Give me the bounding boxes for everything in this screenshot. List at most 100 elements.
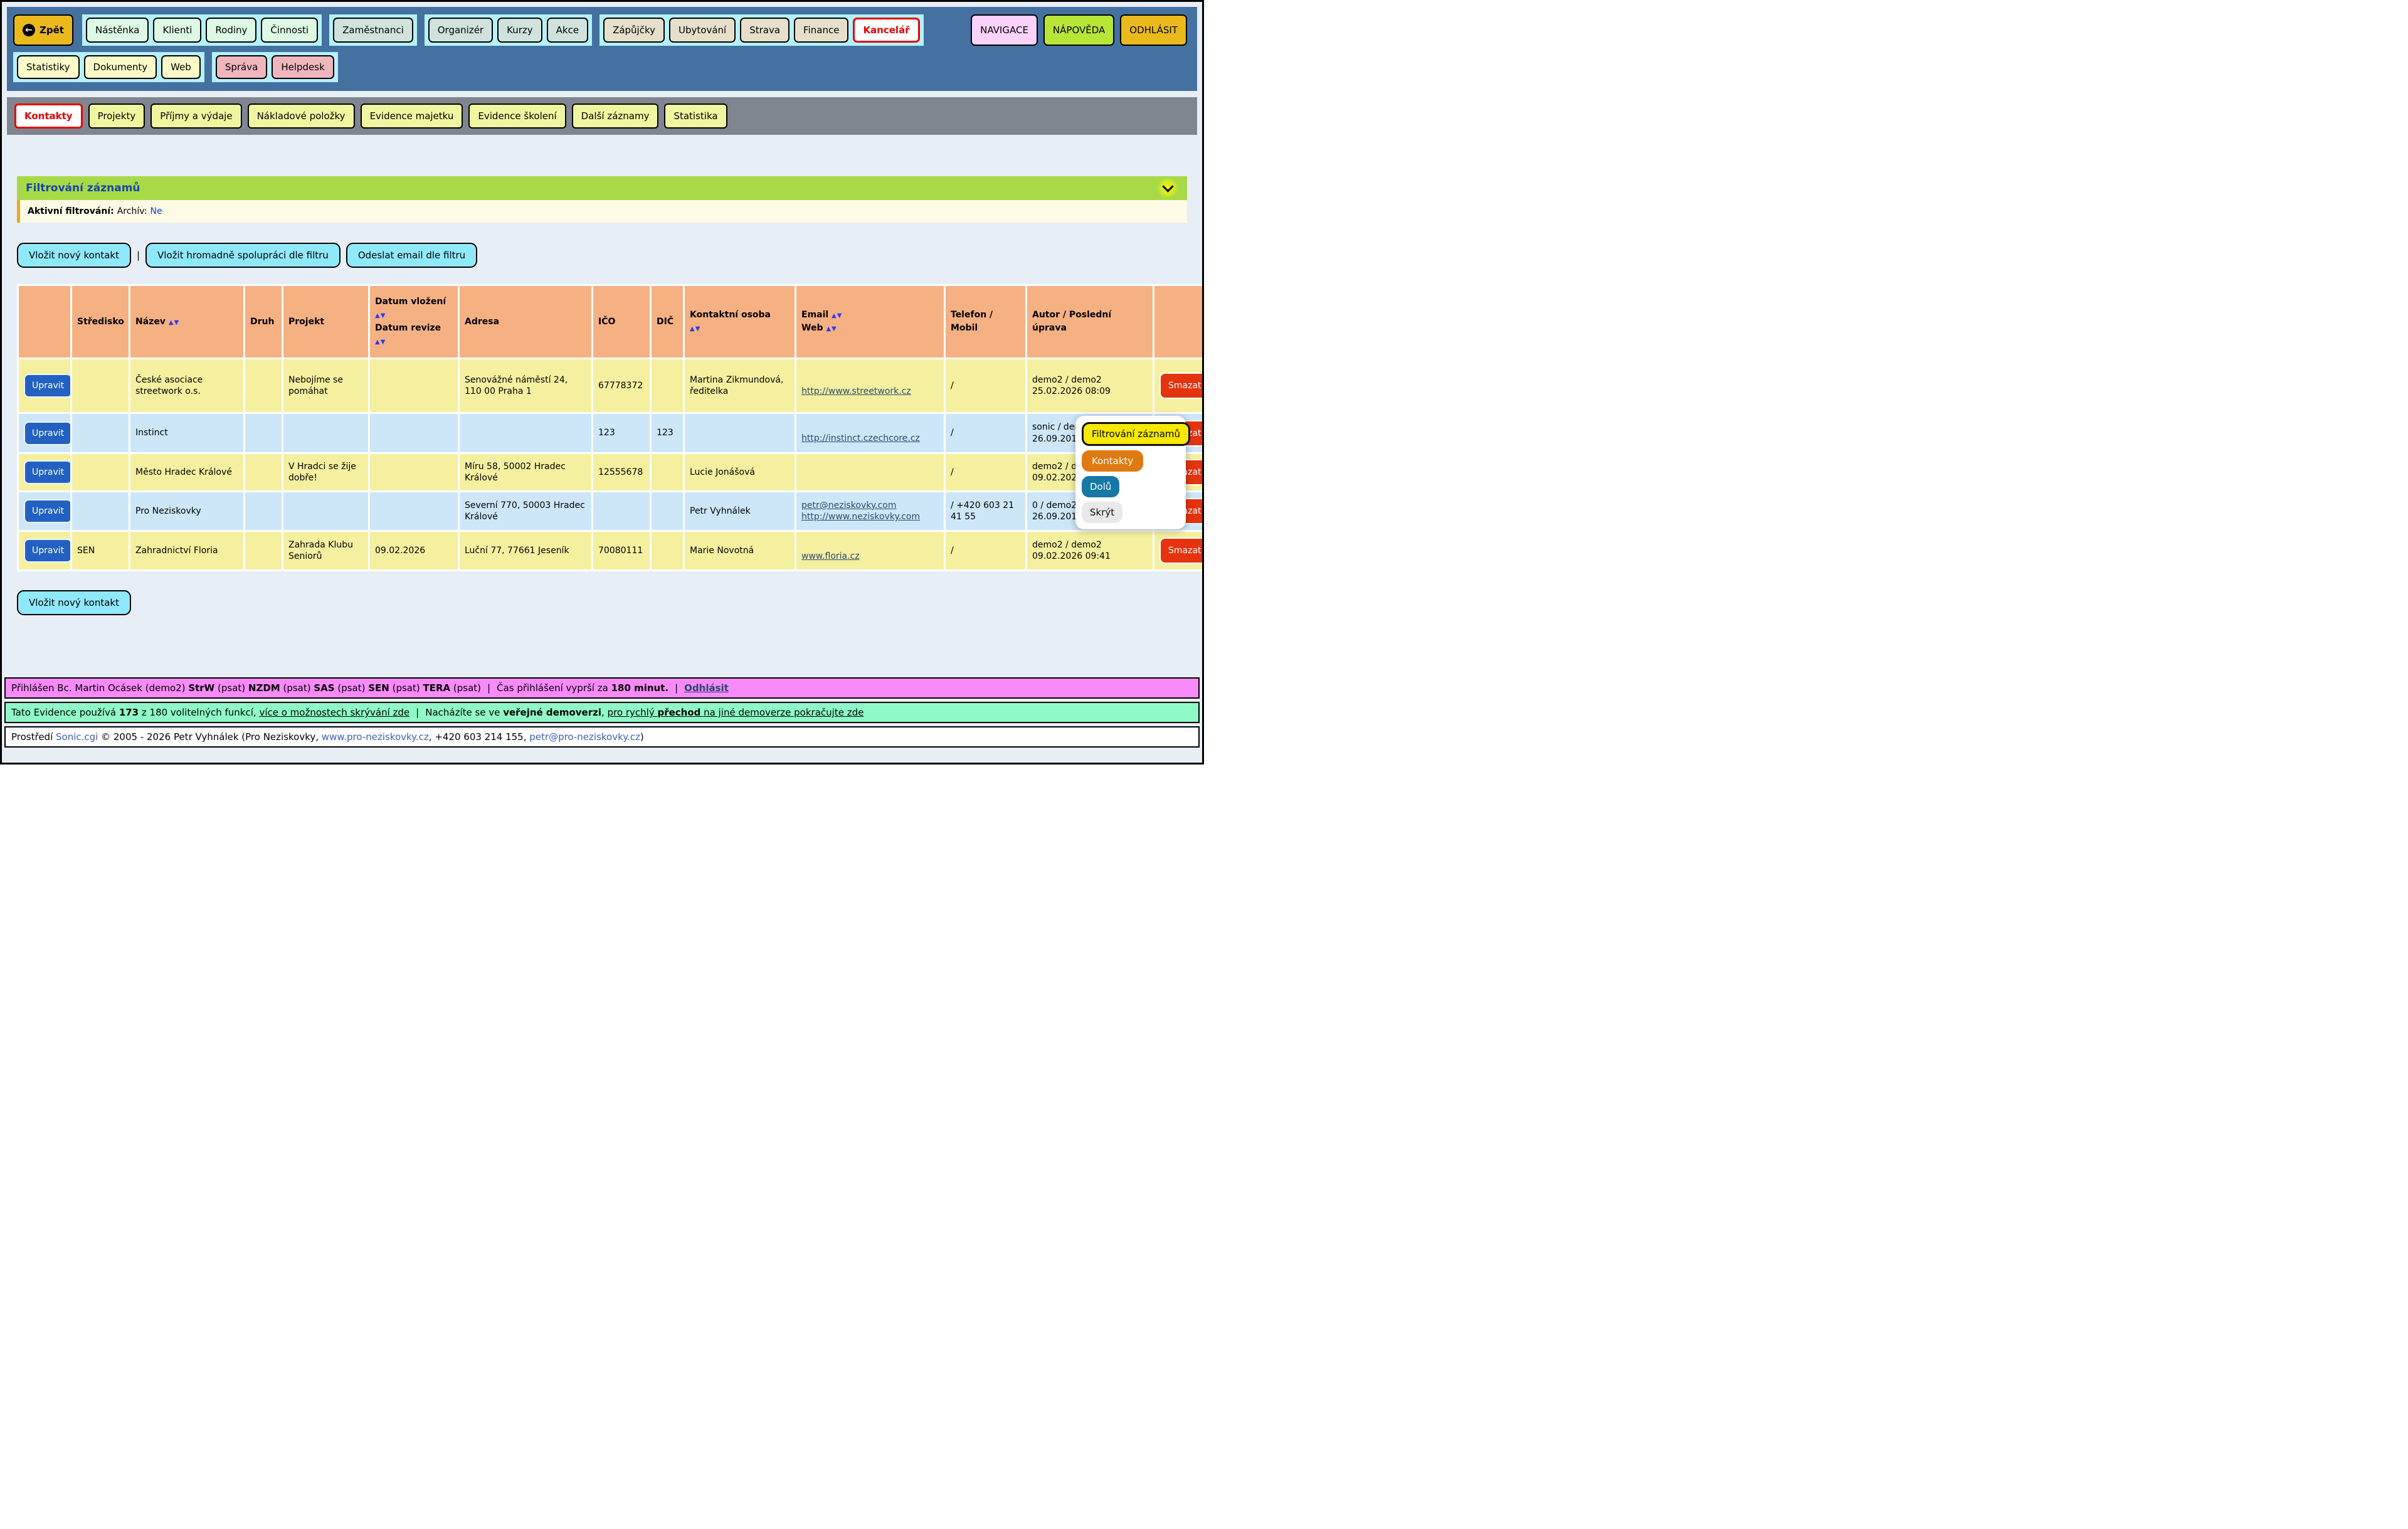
demo-switch-link[interactable]: pro rychlý přechod na jiné demoverze pok…	[608, 707, 864, 718]
sonic-cgi-link[interactable]: Sonic.cgi	[56, 731, 98, 743]
header-projekt: Projekt	[283, 286, 368, 357]
tab-projekty[interactable]: Projekty	[88, 103, 145, 129]
nav-item-kurzy[interactable]: Kurzy	[497, 18, 542, 43]
nav-item-strava[interactable]: Strava	[740, 18, 789, 43]
cell-kontakt: Petr Vyhnálek	[685, 492, 795, 530]
tab-nakladove-polozky[interactable]: Nákladové položky	[248, 103, 355, 129]
cell-stredisko	[72, 359, 129, 412]
pro-neziskovky-web-link[interactable]: www.pro-neziskovky.cz	[322, 731, 429, 743]
service-tera: TERA	[423, 682, 451, 694]
nav-item-akce[interactable]: Akce	[547, 18, 588, 43]
nav-group-reports: Statistiky Dokumenty Web	[13, 52, 204, 82]
sort-desc-icon[interactable]: ▼	[381, 312, 386, 319]
cell-adresa: Senovážné náměstí 24, 110 00 Praha 1	[460, 359, 591, 412]
cell-druh	[245, 532, 282, 569]
cell-datum	[370, 414, 458, 452]
hide-options-link[interactable]: více o možnostech skrývání zde	[259, 707, 409, 718]
cell-email-web: petr@neziskovky.com http://www.neziskovk…	[796, 492, 944, 530]
delete-button[interactable]: Smazat	[1159, 537, 1204, 564]
popup-hide-button[interactable]: Skrýt	[1082, 502, 1122, 523]
delete-button[interactable]: Smazat	[1159, 373, 1204, 399]
edit-button[interactable]: Upravit	[24, 460, 70, 484]
functions-used-count: 173	[119, 707, 139, 718]
odhlasit-button[interactable]: ODHLÁSIT	[1120, 14, 1187, 46]
web-link[interactable]: http://instinct.czechcore.cz	[801, 433, 939, 444]
pro-neziskovky-email-link[interactable]: petr@pro-neziskovky.cz	[529, 731, 640, 743]
filter-collapse-button[interactable]	[1157, 179, 1178, 198]
nav-item-ubytovani[interactable]: Ubytování	[669, 18, 736, 43]
cell-ico	[593, 492, 650, 530]
logout-link[interactable]: Odhlásit	[684, 682, 729, 694]
login-prefix: Přihlášen Bc. Martin Ocásek (demo2)	[11, 682, 188, 694]
nav-item-zapujcky[interactable]: Zápůjčky	[603, 18, 665, 43]
tab-dalsi-zaznamy[interactable]: Další záznamy	[572, 103, 659, 129]
cell-nazev: Pro Neziskovky	[130, 492, 243, 530]
table-row: Upravit Město Hradec Králové V Hradci se…	[19, 454, 1204, 490]
tab-kontakty-active[interactable]: Kontakty	[14, 103, 83, 129]
nav-item-zamestnanci[interactable]: Zaměstnanci	[333, 18, 413, 43]
sort-desc-icon[interactable]: ▼	[695, 325, 701, 332]
sort-asc-icon[interactable]: ▲	[826, 325, 832, 332]
sort-asc-icon[interactable]: ▲	[375, 339, 381, 346]
cell-datum: 09.02.2026	[370, 532, 458, 569]
web-link[interactable]: www.floria.cz	[801, 551, 939, 562]
nav-item-nastenka[interactable]: Nástěnka	[86, 18, 149, 43]
nav-item-rodiny[interactable]: Rodiny	[206, 18, 256, 43]
email-link[interactable]	[801, 374, 939, 386]
popup-kontakty-button[interactable]: Kontakty	[1082, 450, 1143, 472]
sort-desc-icon[interactable]: ▼	[837, 312, 843, 319]
tab-evidence-skoleni[interactable]: Evidence školení	[468, 103, 566, 129]
nav-item-cinnosti[interactable]: Činnosti	[261, 18, 318, 43]
back-button[interactable]: ← Zpět	[13, 14, 73, 46]
sort-desc-icon[interactable]: ▼	[381, 339, 386, 346]
cell-dic	[652, 492, 683, 530]
edit-button[interactable]: Upravit	[24, 421, 70, 445]
nav-item-web[interactable]: Web	[161, 55, 201, 79]
navigace-button[interactable]: NAVIGACE	[971, 14, 1038, 46]
archive-filter-value-link[interactable]: Ne	[150, 206, 162, 216]
nav-item-sprava[interactable]: Správa	[216, 55, 267, 79]
napoveda-button[interactable]: NÁPOVĚDA	[1043, 14, 1114, 46]
popup-down-button[interactable]: Dolů	[1082, 476, 1119, 497]
tab-prijmy-a-vydaje[interactable]: Příjmy a výdaje	[150, 103, 241, 129]
nav-item-organizer[interactable]: Organizér	[428, 18, 493, 43]
email-link[interactable]	[801, 539, 939, 551]
sort-asc-icon[interactable]: ▲	[690, 325, 695, 332]
email-link[interactable]	[801, 421, 939, 433]
edit-button[interactable]: Upravit	[24, 499, 70, 523]
tab-evidence-majetku[interactable]: Evidence majetku	[361, 103, 463, 129]
filter-title: Filtrování záznamů	[26, 182, 140, 194]
web-link[interactable]: http://www.streetwork.cz	[801, 386, 939, 397]
nav-item-statistiky[interactable]: Statistiky	[17, 55, 80, 79]
nav-item-klienti[interactable]: Klienti	[153, 18, 201, 43]
nav-group-clients: Nástěnka Klienti Rodiny Činnosti	[82, 14, 322, 46]
header-edit	[19, 286, 70, 357]
top-navbar: ← Zpět Nástěnka Klienti Rodiny Činnosti …	[7, 7, 1197, 91]
sort-desc-icon[interactable]: ▼	[174, 319, 180, 326]
header-datum-revize-label: Datum revize	[375, 323, 441, 333]
sort-desc-icon[interactable]: ▼	[832, 325, 837, 332]
cell-stredisko	[72, 454, 129, 490]
edit-button[interactable]: Upravit	[24, 374, 70, 398]
filter-header: Filtrování záznamů	[17, 176, 1187, 200]
nav-item-finance[interactable]: Finance	[794, 18, 848, 43]
autor-date: 25.02.2026 08:09	[1032, 386, 1148, 397]
bulk-cooperation-button[interactable]: Vložit hromadně spolupráci dle filtru	[145, 243, 341, 268]
session-expiry-minutes: 180 minut.	[611, 682, 669, 694]
add-contact-button[interactable]: Vložit nový kontakt	[17, 243, 131, 268]
sort-asc-icon[interactable]: ▲	[375, 312, 381, 319]
cell-projekt: V Hradci se žije dobře!	[283, 454, 368, 490]
add-contact-bottom-button[interactable]: Vložit nový kontakt	[17, 590, 131, 615]
tab-statistika[interactable]: Statistika	[664, 103, 727, 129]
sort-asc-icon[interactable]: ▲	[169, 319, 174, 326]
popup-filter-button[interactable]: Filtrování záznamů	[1082, 422, 1190, 446]
web-link[interactable]: http://www.neziskovky.com	[801, 511, 939, 522]
edit-button[interactable]: Upravit	[24, 539, 70, 563]
nav-item-helpdesk[interactable]: Helpdesk	[272, 55, 334, 79]
sort-asc-icon[interactable]: ▲	[832, 312, 837, 319]
header-autor: Autor / Poslední úprava	[1027, 286, 1153, 357]
send-email-filter-button[interactable]: Odeslat email dle filtru	[346, 243, 477, 268]
nav-item-dokumenty[interactable]: Dokumenty	[84, 55, 157, 79]
nav-item-kancelar-active[interactable]: Kancelář	[853, 18, 919, 43]
email-link[interactable]: petr@neziskovky.com	[801, 500, 939, 511]
